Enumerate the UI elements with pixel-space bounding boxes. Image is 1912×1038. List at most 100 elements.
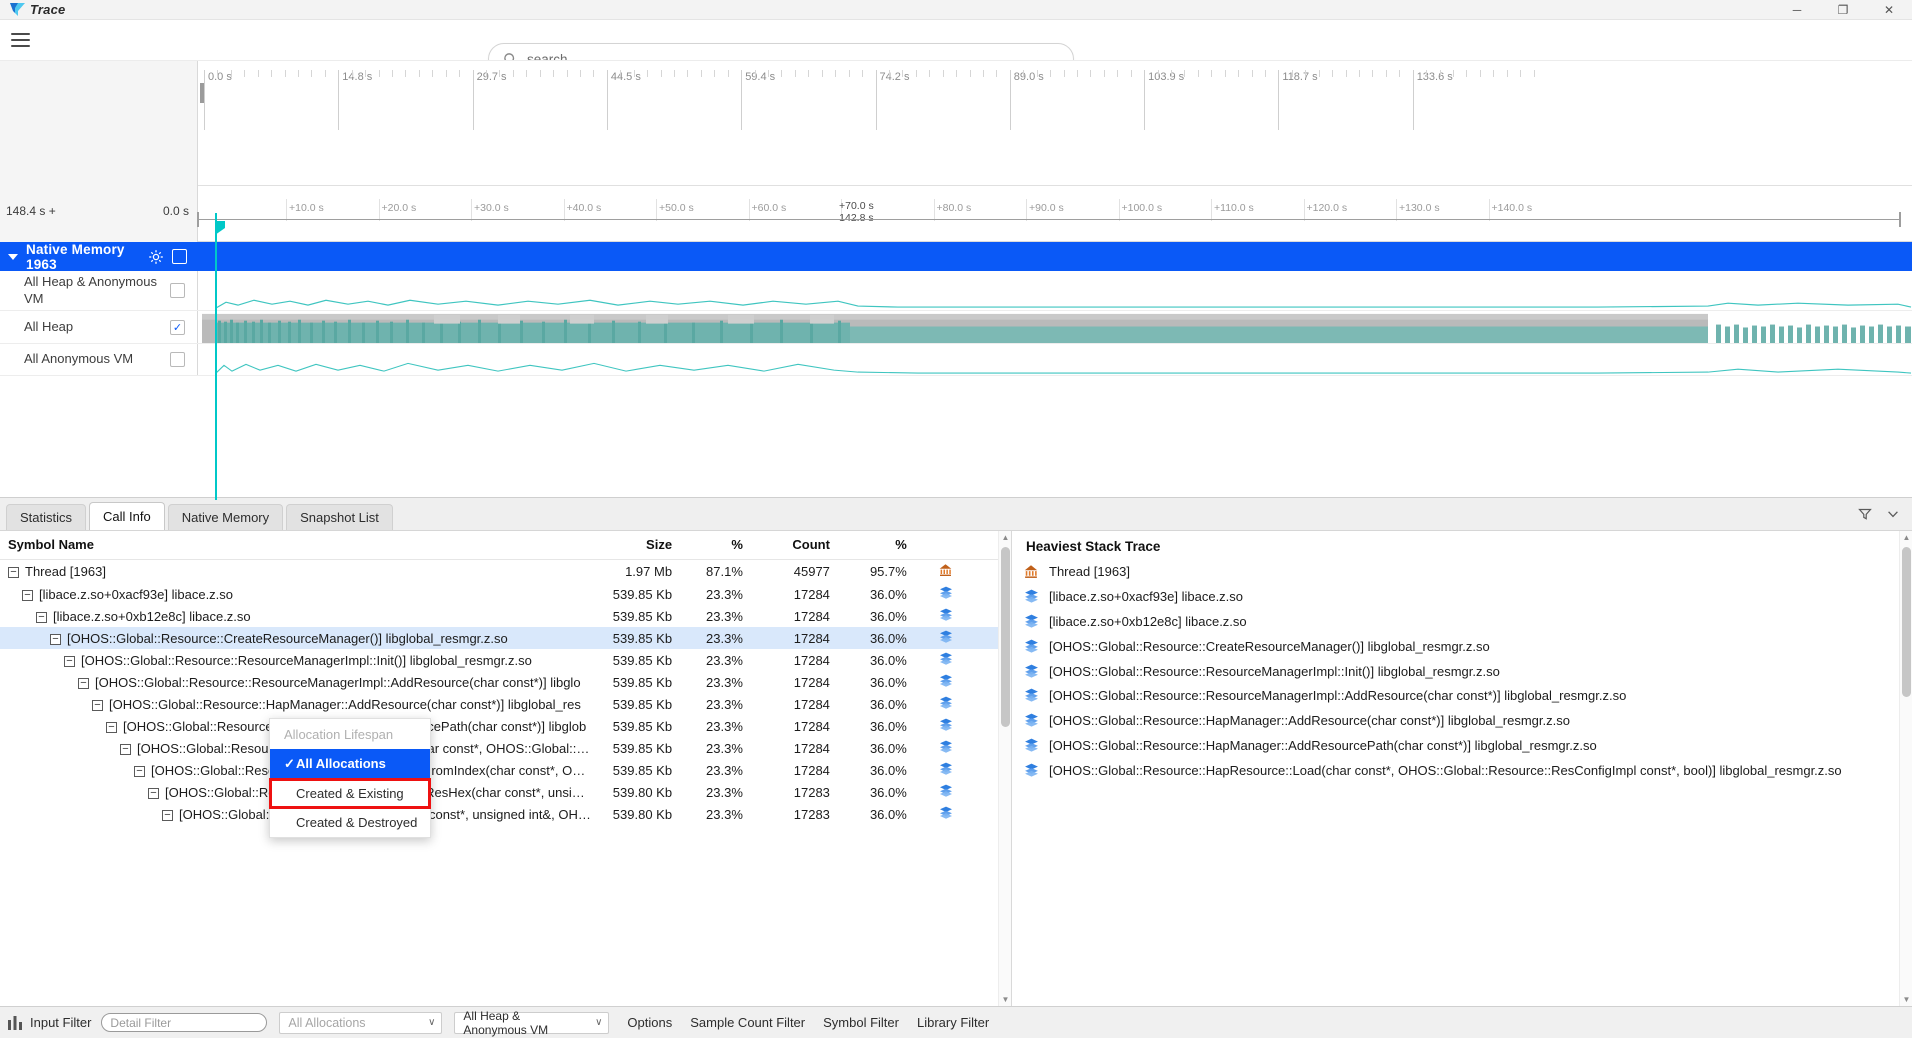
table-vertical-scrollbar[interactable]: ▲ ▼ [998, 531, 1011, 1006]
track-body-all-anonymous-vm[interactable] [198, 344, 1912, 375]
track-label-cell[interactable]: All Heap & Anonymous VM [0, 271, 198, 310]
table-row[interactable]: − [libace.z.so+0xb12e8c] libace.z.so 539.8… [0, 605, 1011, 627]
ruler-tick-label: 14.8 s [342, 71, 373, 83]
gear-icon[interactable] [148, 249, 164, 265]
detail-filter-input[interactable]: Detail Filter [101, 1013, 268, 1032]
column-header-count-pct[interactable]: % [837, 531, 915, 560]
tab-call-info[interactable]: Call Info [89, 502, 165, 530]
table-row[interactable]: −[OHOS::Global::Resource::HapResource::L… [0, 759, 1011, 781]
row-expander-icon[interactable]: − [8, 567, 19, 579]
symbol-filter-button[interactable]: Symbol Filter [823, 1015, 899, 1030]
row-expander-icon[interactable]: − [106, 721, 117, 733]
heap-type-combo[interactable]: All Heap & Anonymous VM ∨ [454, 1009, 610, 1037]
track-checkbox-all-heap[interactable]: ✓ [170, 319, 185, 335]
track-body-all-heap[interactable] [198, 311, 1912, 343]
maximize-button[interactable]: ❐ [1820, 0, 1866, 20]
chevron-down-icon[interactable] [1886, 507, 1900, 524]
tab-native-memory[interactable]: Native Memory [167, 504, 284, 530]
cell-symbol-name[interactable]: − [libace.z.so+0xb12e8c] libace.z.so [0, 605, 599, 627]
column-header-size[interactable]: Size [599, 531, 681, 560]
options-button[interactable]: Options [627, 1015, 672, 1030]
heaviest-stack-row[interactable]: [libace.z.so+0xb12e8c] libace.z.so [1012, 610, 1912, 635]
dropdown-item-all-allocations[interactable]: ✓All Allocations [270, 749, 430, 779]
table-row[interactable]: − [OHOS::Global::Resource::ResourceManage… [0, 671, 1011, 693]
bar-chart-icon[interactable] [8, 1015, 23, 1030]
table-row[interactable]: − Thread [1963] 1.97 Mb 87.1% 45977 95.7% [0, 560, 1011, 584]
row-expander-icon[interactable]: − [22, 589, 33, 601]
heaviest-stack-row[interactable]: [OHOS::Global::Resource::ResourceManager… [1012, 684, 1912, 709]
heaviest-stack-row[interactable]: Thread [1963] [1012, 560, 1912, 585]
track-all-anonymous-vm[interactable]: All Anonymous VM [0, 344, 1912, 376]
row-expander-icon[interactable]: − [92, 699, 103, 711]
cell-symbol-name[interactable]: − [OHOS::Global::Resource::ResourceManage… [0, 671, 599, 693]
heaviest-vertical-scrollbar[interactable]: ▲ ▼ [1899, 531, 1912, 1006]
table-row[interactable]: − [libace.z.so+0xacf93e] libace.z.so 539.8… [0, 583, 1011, 605]
cell-symbol-name[interactable]: − [OHOS::Global::Resource::CreateResource… [0, 627, 600, 649]
table-row[interactable]: −[OHOS::Global::Resource::HapResource::L… [0, 737, 1011, 759]
heaviest-stack-row[interactable]: [OHOS::Global::Resource::CreateResourceM… [1012, 635, 1912, 660]
track-group-checkbox[interactable] [172, 249, 187, 264]
row-expander-icon[interactable]: − [50, 633, 61, 645]
column-header-count[interactable]: Count [750, 531, 838, 560]
track-body-all-heap-anonymous-vm[interactable] [198, 271, 1912, 310]
scroll-up-arrow[interactable]: ▲ [999, 531, 1011, 544]
dropdown-item-created-existing[interactable]: Created & Existing [269, 778, 431, 809]
row-expander-icon[interactable]: − [148, 787, 159, 799]
selection-handle-left[interactable] [197, 212, 199, 227]
table-row[interactable]: −[OHOS::Global::Resource::HapParser::Par… [0, 781, 1011, 803]
cell-symbol-name[interactable]: − Thread [1963] [0, 560, 599, 584]
scrollbar-thumb[interactable] [1001, 547, 1010, 727]
allocation-lifespan-combo[interactable]: All Allocations ∨ [279, 1011, 443, 1034]
allocation-lifespan-dropdown[interactable]: Allocation Lifespan ✓All Allocations Cre… [269, 718, 431, 838]
table-row[interactable]: −[OHOS::Global::Resource::ResDesc::(char… [0, 803, 1011, 825]
library-filter-button[interactable]: Library Filter [917, 1015, 989, 1030]
scrollbar-thumb[interactable] [1902, 547, 1911, 697]
table-row[interactable]: −[OHOS::Global::Resource::HapManager::Ad… [0, 715, 1011, 737]
column-header-symbol-name[interactable]: Symbol Name [0, 531, 600, 560]
track-label-cell[interactable]: All Anonymous VM [0, 344, 198, 375]
row-expander-icon[interactable]: − [64, 655, 75, 667]
track-all-heap-anonymous-vm[interactable]: All Heap & Anonymous VM [0, 271, 1912, 311]
selection-handle-right[interactable] [1899, 212, 1901, 227]
row-expander-icon[interactable]: − [120, 743, 131, 755]
column-header-size-pct[interactable]: % [680, 531, 751, 560]
dropdown-item-created-destroyed[interactable]: Created & Destroyed [270, 808, 430, 837]
row-expander-icon[interactable]: − [162, 809, 173, 821]
tab-snapshot-list[interactable]: Snapshot List [286, 504, 393, 530]
sample-count-filter-button[interactable]: Sample Count Filter [690, 1015, 805, 1030]
cell-symbol-name[interactable]: −[OHOS::Global::Resource::HapManager::Ad… [0, 693, 599, 715]
track-checkbox-all-anonymous-vm[interactable] [170, 352, 185, 367]
menu-hamburger-icon[interactable] [5, 25, 35, 55]
cell-symbol-name[interactable]: − [OHOS::Global::Resource::ResourceManage… [0, 649, 599, 671]
time-ruler[interactable]: 0.0 s 14.8 s 29.7 s 44.5 s 59.4 s 74.2 s 89.0 … [198, 61, 1912, 186]
heaviest-stack-row[interactable]: [OHOS::Global::Resource::HapResource::Lo… [1012, 759, 1912, 784]
tab-statistics[interactable]: Statistics [6, 504, 87, 530]
funnel-icon[interactable] [1858, 507, 1872, 524]
table-row[interactable]: − [OHOS::Global::Resource::ResourceManage… [0, 649, 1011, 671]
chevron-down-icon[interactable] [8, 253, 18, 260]
table-row[interactable]: −[OHOS::Global::Resource::HapManager::Ad… [0, 693, 1011, 715]
cell-symbol-name[interactable]: − [libace.z.so+0xacf93e] libace.z.so [0, 583, 599, 605]
playhead-line[interactable] [215, 242, 217, 500]
track-checkbox-all-heap-anonymous-vm[interactable] [170, 283, 185, 298]
scroll-down-arrow[interactable]: ▼ [999, 993, 1011, 1006]
track-label-cell[interactable]: All Heap ✓ [0, 311, 198, 343]
row-expander-icon[interactable]: − [36, 611, 47, 623]
table-row[interactable]: − [OHOS::Global::Resource::CreateResource… [0, 627, 1011, 649]
viewport-ruler[interactable]: +10.0 s +20.0 s +30.0 s +40.0 s +50.0 s +60.0… [198, 186, 1912, 242]
playhead-flag-icon[interactable] [215, 221, 225, 235]
stack-icon [1024, 639, 1040, 656]
scroll-up-arrow[interactable]: ▲ [1900, 531, 1912, 544]
track-group-native-memory[interactable]: Native Memory 1963 [0, 242, 1912, 272]
heaviest-stack-row[interactable]: [OHOS::Global::Resource::ResourceManager… [1012, 660, 1912, 685]
heaviest-stack-row[interactable]: [libace.z.so+0xacf93e] libace.z.so [1012, 585, 1912, 610]
scroll-down-arrow[interactable]: ▼ [1900, 993, 1912, 1006]
heaviest-stack-row[interactable]: [OHOS::Global::Resource::HapManager::Add… [1012, 709, 1912, 734]
heaviest-stack-row[interactable]: [OHOS::Global::Resource::HapManager::Add… [1012, 734, 1912, 759]
track-all-heap[interactable]: All Heap ✓ [0, 311, 1912, 344]
row-expander-icon[interactable]: − [134, 765, 145, 777]
minimize-button[interactable]: ─ [1774, 0, 1820, 20]
close-button[interactable]: ✕ [1866, 0, 1912, 20]
track-group-label-cell[interactable]: Native Memory 1963 [0, 242, 198, 272]
row-expander-icon[interactable]: − [78, 677, 89, 689]
